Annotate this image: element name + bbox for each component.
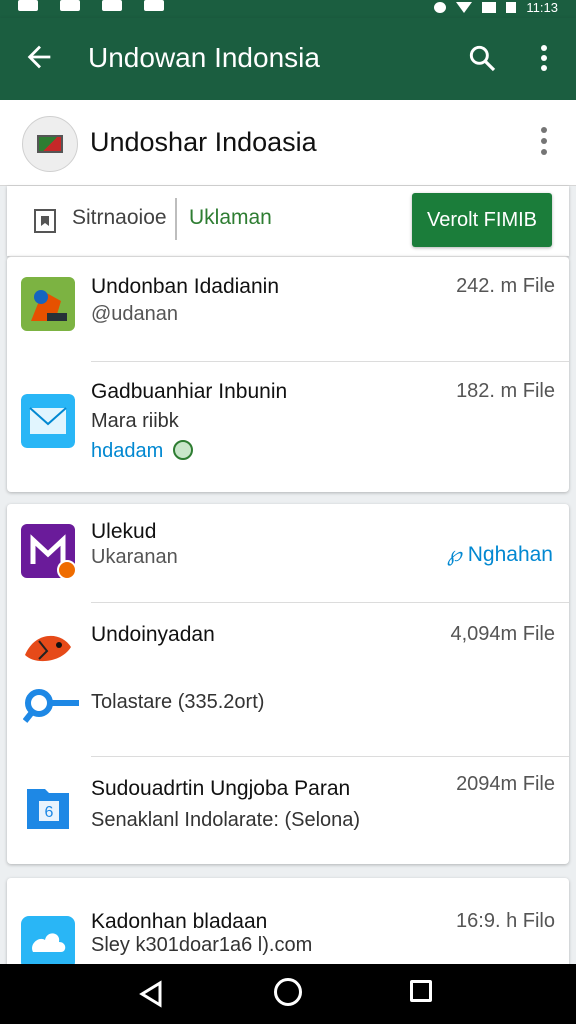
header-title: Undoshar Indoasia <box>90 127 317 157</box>
verified-icon <box>172 440 193 460</box>
list-item[interactable]: Undoinyadan Tolastare (335.2ort) 4,094m … <box>7 603 569 755</box>
item-title: Kadonhan bladaan <box>91 910 268 933</box>
search-key-icon <box>23 689 79 723</box>
item-action-link[interactable]: ℘ Nghahan <box>447 542 553 567</box>
item-title: Gadbuanhiar Inbunin <box>91 380 288 403</box>
item-size: 4,094m File <box>450 623 556 645</box>
status-time: 11:13 <box>526 0 558 15</box>
battery-icon <box>506 1 517 13</box>
item-title: Undoinyadan <box>91 623 215 646</box>
list-item[interactable]: Ulekud Ukaranan ℘ Nghahan <box>7 504 569 602</box>
file-list-card: Undonban Idadianin @udanan 242. m File G… <box>7 256 569 492</box>
filter-bar: Sitrnaoioe Uklaman Verolt FIMIB <box>7 186 569 256</box>
app-bar: Undowan Indonsia <box>0 18 576 100</box>
item-link[interactable]: hdadam <box>91 440 193 463</box>
wifi-icon <box>456 1 473 13</box>
item-subtitle: Senaklanl Indolarate: (Selona) <box>91 809 361 831</box>
divider <box>175 198 177 240</box>
item-subtitle: @udanan <box>91 303 179 325</box>
item-size: 182. m File <box>456 380 555 402</box>
item-subtitle: Sley k301doar1a6 l).com <box>91 934 313 956</box>
item-size: 242. m File <box>456 275 555 297</box>
alarm-icon <box>434 1 447 13</box>
system-nav-bar <box>0 964 576 1024</box>
back-arrow-icon[interactable] <box>22 40 56 74</box>
app-icon-colorful <box>21 277 75 331</box>
item-action-text: Nghahan <box>467 543 553 566</box>
overflow-menu-icon[interactable] <box>532 42 556 74</box>
mail-icon <box>21 394 75 448</box>
list-item[interactable]: Kadonhan bladaan Sley k301doar1a6 l).com… <box>7 878 569 978</box>
signal-icon <box>482 1 497 13</box>
item-link-text: hdadam <box>91 440 164 462</box>
bookmark-icon[interactable] <box>33 208 57 234</box>
filter-tab[interactable]: Uklaman <box>189 206 272 230</box>
item-size: 16:9. h Filo <box>456 910 555 932</box>
notification-icon <box>102 0 122 11</box>
list-item[interactable]: 6 Sudouadrtin Ungjoba Paran Senaklanl In… <box>7 757 569 863</box>
search-icon[interactable] <box>466 42 498 74</box>
notification-icon <box>60 0 80 11</box>
filter-label[interactable]: Sitrnaoioe <box>72 206 167 230</box>
item-subtitle: Tolastare (335.2ort) <box>91 691 265 713</box>
item-title: Undonban Idadianin <box>91 275 279 298</box>
notification-icon <box>18 0 38 11</box>
primary-action-button[interactable]: Verolt FIMIB <box>412 193 552 247</box>
nav-recents-icon[interactable] <box>410 980 432 1002</box>
header-overflow-icon[interactable] <box>534 124 554 158</box>
nav-home-icon[interactable] <box>274 978 302 1006</box>
item-subtitle: Mara riibk <box>91 410 179 432</box>
notification-icon <box>144 0 164 11</box>
item-size: 2094m File <box>456 773 555 795</box>
fish-icon <box>25 635 71 662</box>
file-list-card: Kadonhan bladaan Sley k301doar1a6 l).com… <box>7 878 569 978</box>
list-item[interactable]: Gadbuanhiar Inbunin Mara riibk hdadam 18… <box>7 362 569 492</box>
system-icons: 11:13 <box>434 0 558 15</box>
item-title: Sudouadrtin Ungjoba Paran <box>91 777 351 800</box>
book-icon: 6 <box>27 789 69 829</box>
nav-back-icon[interactable] <box>138 980 164 1008</box>
cloud-icon <box>21 916 75 970</box>
item-subtitle: Ukaranan <box>91 546 178 568</box>
flag-logo <box>22 116 78 172</box>
status-bar: 11:13 <box>0 0 576 18</box>
svg-text:6: 6 <box>45 804 54 821</box>
app-bar-title: Undowan Indonsia <box>88 42 320 73</box>
list-item[interactable]: Undonban Idadianin @udanan 242. m File <box>7 257 569 361</box>
flag-icon <box>37 135 63 153</box>
file-list-card: Ulekud Ukaranan ℘ Nghahan Undoinyadan Tol… <box>7 504 569 864</box>
m-logo-icon <box>21 524 77 580</box>
notification-icons <box>18 0 164 12</box>
item-title: Ulekud <box>91 520 157 543</box>
link-icon: ℘ <box>447 543 462 566</box>
